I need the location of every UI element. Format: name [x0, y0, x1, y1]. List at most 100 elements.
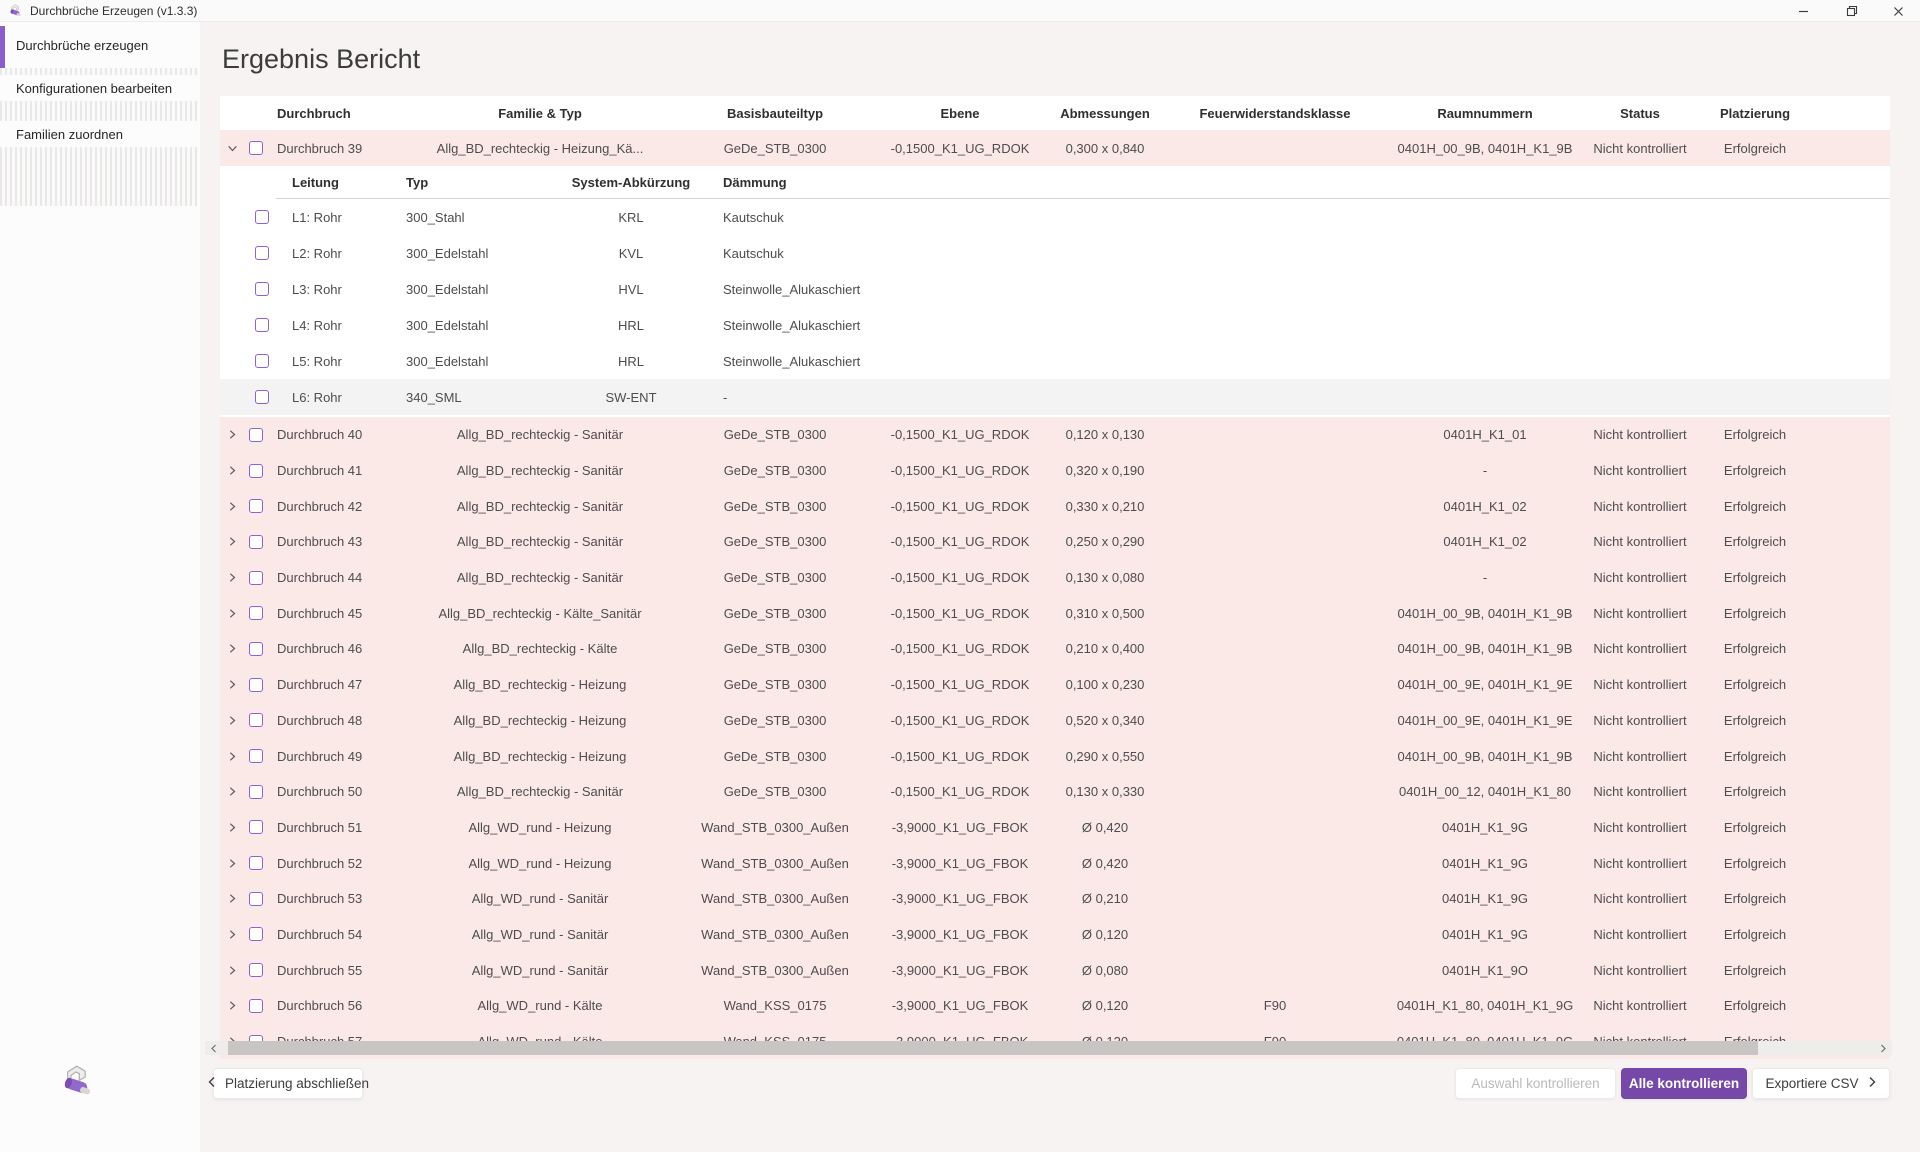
expand-row-icon[interactable] [220, 1000, 244, 1011]
leitung-checkbox[interactable] [255, 318, 269, 332]
cell-durchbruch: Durchbruch 50 [268, 784, 400, 799]
cell-typ: 300_Edelstahl [406, 282, 556, 297]
table-row[interactable]: Durchbruch 44Allg_BD_rechteckig - Sanitä… [220, 560, 1890, 596]
subtable-header-row: LeitungTypSystem-AbkürzungDämmung [220, 166, 1890, 199]
minimize-button[interactable] [1786, 0, 1820, 22]
expand-row-icon[interactable] [220, 572, 244, 583]
restore-button[interactable] [1835, 0, 1869, 22]
expand-row-icon[interactable] [220, 965, 244, 976]
cell-raumnummern: 0401H_K1_9G [1390, 927, 1580, 942]
finish-placement-button[interactable]: Platzierung abschließen [213, 1068, 363, 1099]
cell-status: Nicht kontrolliert [1580, 570, 1700, 585]
checkbox-cell [244, 820, 268, 834]
leitung-row[interactable]: L1: Rohr300_StahlKRLKautschuk [220, 199, 1890, 235]
expand-row-icon[interactable] [220, 608, 244, 619]
leitung-row[interactable]: L6: Rohr340_SMLSW-ENT- [220, 379, 1890, 415]
checkbox-cell [244, 927, 268, 941]
cell-status: Nicht kontrolliert [1580, 784, 1700, 799]
expand-row-icon[interactable] [220, 679, 244, 690]
table-row[interactable]: Durchbruch 39Allg_BD_rechteckig - Heizun… [220, 130, 1890, 166]
leitung-checkbox[interactable] [255, 210, 269, 224]
expand-row-icon[interactable] [220, 501, 244, 512]
column-header-platzierung: Platzierung [1700, 106, 1810, 121]
expand-row-icon[interactable] [220, 751, 244, 762]
sidebar-item-durchbrueche-erzeugen[interactable]: Durchbrüche erzeugen [0, 22, 200, 68]
leitung-row[interactable]: L3: Rohr300_EdelstahlHVLSteinwolle_Aluka… [220, 271, 1890, 307]
expand-row-icon[interactable] [220, 929, 244, 940]
row-checkbox[interactable] [249, 892, 263, 906]
table-row[interactable]: Durchbruch 42Allg_BD_rechteckig - Sanitä… [220, 488, 1890, 524]
check-all-button[interactable]: Alle kontrollieren [1621, 1068, 1747, 1099]
expand-row-icon[interactable] [220, 893, 244, 904]
row-checkbox[interactable] [249, 856, 263, 870]
scroll-left-arrow-icon[interactable] [205, 1041, 223, 1055]
expand-row-icon[interactable] [220, 429, 244, 440]
expand-row-icon[interactable] [220, 643, 244, 654]
table-row[interactable]: Durchbruch 41Allg_BD_rechteckig - Sanitä… [220, 453, 1890, 489]
row-checkbox[interactable] [249, 606, 263, 620]
table-row[interactable]: Durchbruch 56Allg_WD_rund - KälteWand_KS… [220, 988, 1890, 1024]
table-row[interactable]: Durchbruch 40Allg_BD_rechteckig - Sanitä… [220, 417, 1890, 453]
row-checkbox[interactable] [249, 927, 263, 941]
row-checkbox[interactable] [249, 464, 263, 478]
row-checkbox[interactable] [249, 999, 263, 1013]
checkbox-cell [244, 535, 268, 549]
row-checkbox[interactable] [249, 713, 263, 727]
table-row[interactable]: Durchbruch 48Allg_BD_rechteckig - Heizun… [220, 703, 1890, 739]
row-checkbox[interactable] [249, 571, 263, 585]
table-row[interactable]: Durchbruch 43Allg_BD_rechteckig - Sanitä… [220, 524, 1890, 560]
checkbox-cell [244, 892, 268, 906]
row-checkbox[interactable] [249, 820, 263, 834]
row-checkbox[interactable] [249, 642, 263, 656]
cell-familie-typ: Allg_BD_rechteckig - Kälte_Sanitär [400, 606, 680, 621]
horizontal-scrollbar[interactable] [205, 1041, 1892, 1055]
app-icon [7, 3, 23, 19]
row-checkbox[interactable] [249, 749, 263, 763]
leitung-checkbox[interactable] [255, 282, 269, 296]
leitung-checkbox[interactable] [255, 246, 269, 260]
leitung-checkbox[interactable] [255, 354, 269, 368]
cell-raumnummern: 0401H_00_9B, 0401H_K1_9B [1390, 141, 1580, 156]
expand-row-icon[interactable] [220, 786, 244, 797]
cell-platzierung: Erfolgreich [1700, 606, 1810, 621]
leitung-row[interactable]: L5: Rohr300_EdelstahlHRLSteinwolle_Aluka… [220, 343, 1890, 379]
cell-leitung: L6: Rohr [276, 390, 406, 405]
cell-durchbruch: Durchbruch 47 [268, 677, 400, 692]
scroll-right-arrow-icon[interactable] [1874, 1041, 1892, 1055]
sidebar-item-familien-zuordnen[interactable]: Familien zuordnen [0, 121, 200, 147]
row-checkbox[interactable] [249, 428, 263, 442]
table-row[interactable]: Durchbruch 51Allg_WD_rund - HeizungWand_… [220, 810, 1890, 846]
table-row[interactable]: Durchbruch 50Allg_BD_rechteckig - Sanitä… [220, 774, 1890, 810]
row-checkbox[interactable] [249, 141, 263, 155]
scrollbar-thumb[interactable] [228, 1041, 1758, 1055]
cell-raumnummern: 0401H_K1_9G [1390, 820, 1580, 835]
table-row[interactable]: Durchbruch 52Allg_WD_rund - HeizungWand_… [220, 845, 1890, 881]
expand-row-icon[interactable] [220, 465, 244, 476]
table-row[interactable]: Durchbruch 53Allg_WD_rund - SanitärWand_… [220, 881, 1890, 917]
collapse-row-icon[interactable] [220, 143, 244, 154]
table-row[interactable]: Durchbruch 47Allg_BD_rechteckig - Heizun… [220, 667, 1890, 703]
leitung-checkbox[interactable] [255, 390, 269, 404]
export-csv-button[interactable]: Exportiere CSV [1752, 1068, 1890, 1099]
row-checkbox[interactable] [249, 963, 263, 977]
sidebar-item-konfigurationen-bearbeiten[interactable]: Konfigurationen bearbeiten [0, 75, 200, 101]
row-checkbox[interactable] [249, 535, 263, 549]
row-checkbox[interactable] [249, 499, 263, 513]
row-checkbox[interactable] [249, 785, 263, 799]
table-row[interactable]: Durchbruch 54Allg_WD_rund - SanitärWand_… [220, 917, 1890, 953]
table-row[interactable]: Durchbruch 45Allg_BD_rechteckig - Kälte_… [220, 595, 1890, 631]
cell-raumnummern: 0401H_00_12, 0401H_K1_80 [1390, 784, 1580, 799]
expand-row-icon[interactable] [220, 822, 244, 833]
leitung-row[interactable]: L2: Rohr300_EdelstahlKVLKautschuk [220, 235, 1890, 271]
close-button[interactable] [1881, 0, 1915, 22]
cell-platzierung: Erfolgreich [1700, 677, 1810, 692]
row-checkbox[interactable] [249, 678, 263, 692]
table-row[interactable]: Durchbruch 49Allg_BD_rechteckig - Heizun… [220, 738, 1890, 774]
expand-row-icon[interactable] [220, 536, 244, 547]
expand-row-icon[interactable] [220, 715, 244, 726]
expand-row-icon[interactable] [220, 858, 244, 869]
column-header-ebene: Ebene [870, 106, 1050, 121]
table-row[interactable]: Durchbruch 55Allg_WD_rund - SanitärWand_… [220, 952, 1890, 988]
leitung-row[interactable]: L4: Rohr300_EdelstahlHRLSteinwolle_Aluka… [220, 307, 1890, 343]
table-row[interactable]: Durchbruch 46Allg_BD_rechteckig - KälteG… [220, 631, 1890, 667]
